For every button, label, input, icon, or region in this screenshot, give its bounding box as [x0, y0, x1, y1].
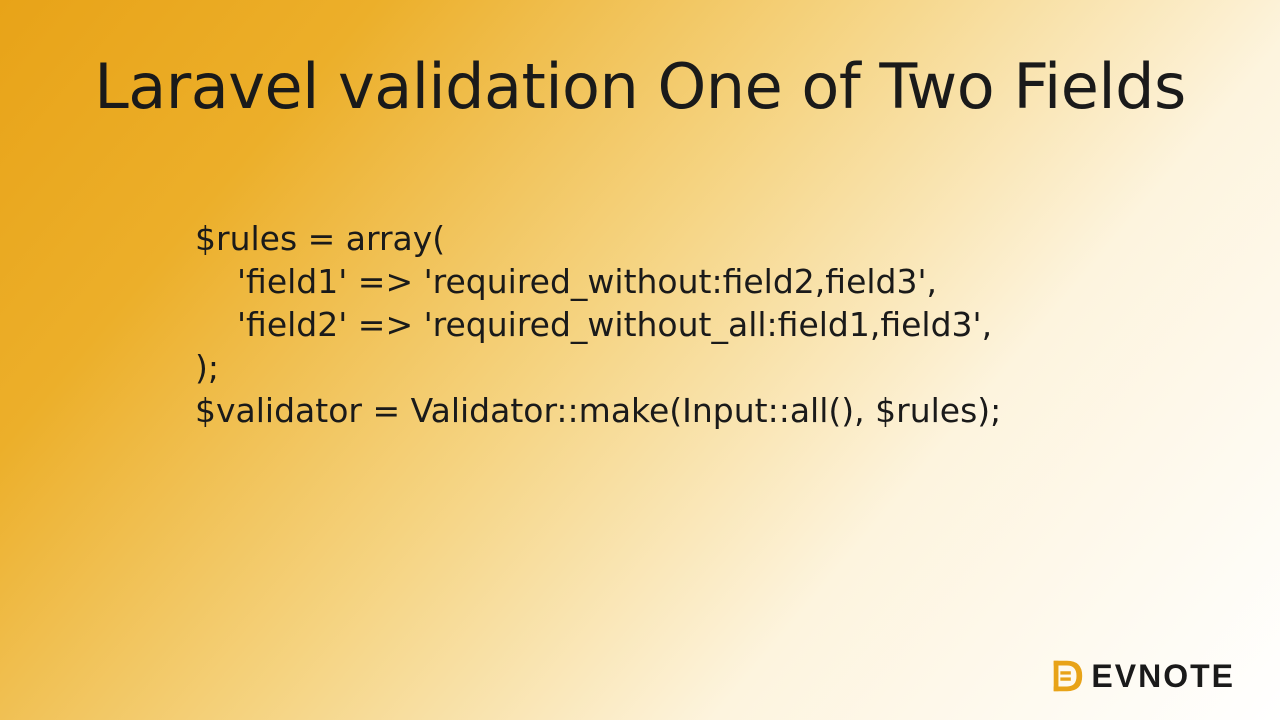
brand-d-icon: [1048, 657, 1086, 695]
brand-logo: EVNOTE: [1048, 657, 1235, 695]
brand-text: EVNOTE: [1091, 658, 1235, 695]
code-line: $rules = array(: [195, 218, 1280, 261]
code-line: $validator = Validator::make(Input::all(…: [195, 390, 1280, 433]
code-line: 'field1' => 'required_without:field2,fie…: [195, 261, 1280, 304]
code-snippet: $rules = array( 'field1' => 'required_wi…: [195, 218, 1280, 432]
code-line: 'field2' => 'required_without_all:field1…: [195, 304, 1280, 347]
code-line: );: [195, 347, 1280, 390]
page-title: Laravel validation One of Two Fields: [0, 0, 1280, 123]
